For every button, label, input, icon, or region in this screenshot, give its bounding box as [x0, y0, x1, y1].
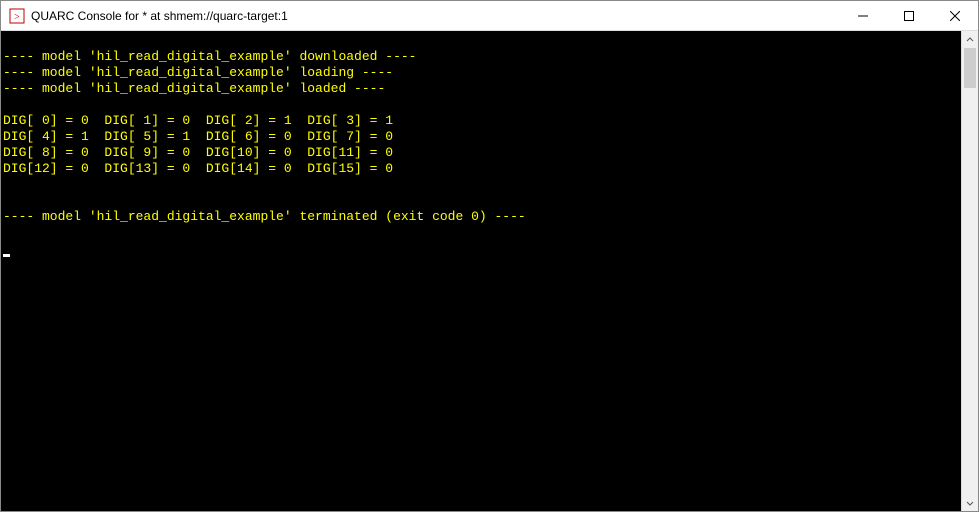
client-area: ---- model 'hil_read_digital_example' do… [1, 31, 978, 511]
svg-text:>: > [14, 12, 20, 23]
window-controls [840, 1, 978, 30]
scroll-up-button[interactable] [962, 31, 978, 48]
scrollbar-track[interactable] [962, 48, 978, 494]
console-output[interactable]: ---- model 'hil_read_digital_example' do… [1, 31, 961, 511]
window-title: QUARC Console for * at shmem://quarc-tar… [31, 9, 840, 23]
minimize-button[interactable] [840, 1, 886, 30]
vertical-scrollbar[interactable] [961, 31, 978, 511]
close-button[interactable] [932, 1, 978, 30]
text-cursor [3, 254, 10, 257]
scrollbar-thumb[interactable] [964, 48, 976, 88]
maximize-button[interactable] [886, 1, 932, 30]
scroll-down-button[interactable] [962, 494, 978, 511]
app-icon: > [9, 8, 25, 24]
titlebar: > QUARC Console for * at shmem://quarc-t… [1, 1, 978, 31]
